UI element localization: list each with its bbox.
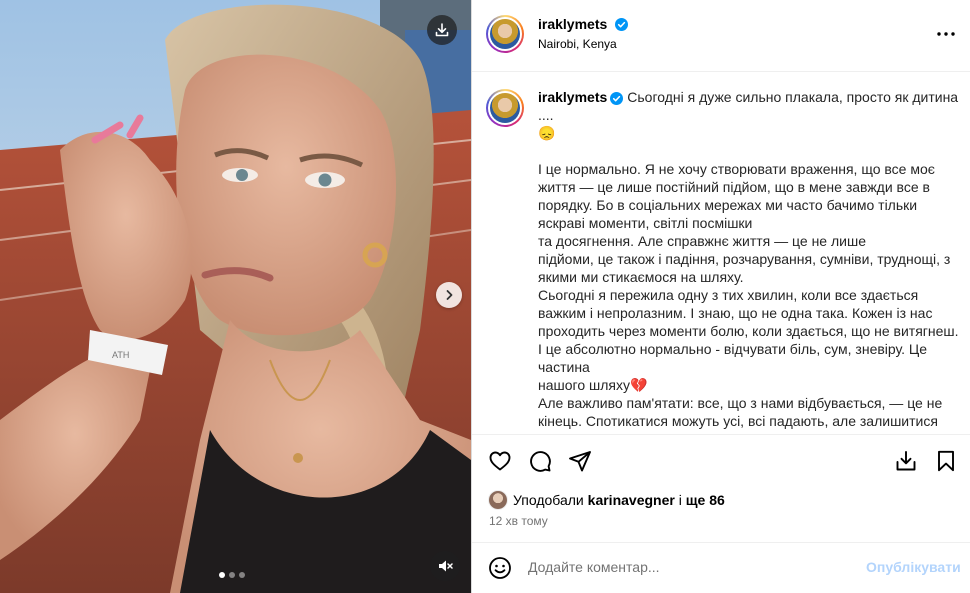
avatar-image [490, 93, 520, 123]
share-button[interactable] [566, 447, 594, 475]
caption-line: 😞 [538, 125, 556, 141]
caption-line: нашого шляху💔 [538, 377, 648, 393]
liker-username[interactable]: karinavegner [588, 492, 675, 508]
comment-input[interactable] [528, 559, 848, 575]
post-photo: ATH [0, 0, 471, 593]
caption-line: яскраві моменти, світлі посмішки [538, 215, 753, 231]
caption-line: частина [538, 359, 590, 375]
carousel-dot [219, 572, 225, 578]
caption-line: Сьогодні я пережила одну з тих хвилин, к… [538, 287, 919, 303]
caption-text: iraklymets Сьогодні я дуже сильно плакала… [538, 88, 968, 430]
download-to-tray-icon [896, 451, 916, 471]
likes-middle: і [674, 492, 686, 508]
caption-line: якими ми стикаємося на шляху. [538, 269, 744, 285]
caption-line: .... [538, 107, 554, 123]
caption-author-avatar[interactable] [486, 89, 524, 127]
caption-area: iraklymets Сьогодні я дуже сильно плакала… [472, 72, 970, 432]
comment-button[interactable] [526, 447, 554, 475]
save-to-device-button[interactable] [892, 447, 920, 475]
caption-line: кінець. Спотикатися можуть усі, всі пада… [538, 413, 938, 429]
carousel-indicator [219, 572, 245, 578]
chevron-right-icon [446, 290, 453, 300]
download-icon [435, 23, 449, 37]
post-location[interactable]: Nairobi, Kenya [538, 37, 617, 51]
caption-username[interactable]: iraklymets [538, 89, 607, 105]
verified-badge-icon [610, 91, 624, 105]
wristband-text: ATH [112, 350, 129, 360]
caption-line: та досягнення. Але справжнє життя — це н… [538, 233, 866, 249]
mute-button[interactable] [430, 551, 460, 581]
more-options-button[interactable] [934, 22, 958, 46]
author-username[interactable]: iraklymets [538, 16, 607, 32]
bookmark-icon [938, 450, 954, 472]
verified-badge-icon [614, 18, 628, 32]
carousel-dot [239, 572, 245, 578]
likes-prefix: Уподобали [513, 492, 588, 508]
publish-button[interactable]: Опублікувати [866, 559, 961, 575]
caption-line: Сьогодні я дуже сильно плакала, просто я… [627, 89, 959, 105]
muted-speaker-icon [439, 560, 453, 572]
likes-count[interactable]: ще 86 [686, 492, 725, 508]
likes-summary: Уподобали karinavegner і ще 86 [488, 490, 725, 510]
post-media[interactable]: ATH [0, 0, 471, 593]
caption-line: важким і непролазним. І знаю, що не одна… [538, 305, 933, 321]
more-options-icon [937, 32, 955, 36]
caption-line: підйоми, це також і падіння, розчаруванн… [538, 251, 951, 267]
post-panel: iraklymets Nairobi, Kenya iraklymets Сьог… [471, 0, 970, 593]
send-icon [569, 451, 591, 472]
emoji-icon [489, 557, 511, 579]
liker-avatar[interactable] [488, 490, 508, 510]
post-timestamp[interactable]: 12 хв тому [489, 514, 548, 528]
carousel-dot [229, 572, 235, 578]
avatar-image [490, 19, 520, 49]
bookmark-button[interactable] [932, 447, 960, 475]
heart-icon [489, 451, 511, 471]
emoji-button[interactable] [486, 554, 514, 582]
caption-line: Але важливо пам'ятати: все, що з нами ві… [538, 395, 943, 411]
caption-line: проходить через моменти болю, коли здаєт… [538, 323, 959, 339]
comment-bar: Опублікувати [472, 542, 970, 593]
action-bar [472, 434, 970, 472]
author-avatar[interactable] [486, 15, 524, 53]
post-header: iraklymets Nairobi, Kenya [472, 0, 970, 72]
carousel-next-button[interactable] [436, 282, 462, 308]
caption-line: життя — це лише постійний підйом, що в м… [538, 179, 930, 195]
comment-icon [530, 451, 551, 472]
caption-line: І це нормально. Я не хочу створювати вра… [538, 161, 935, 177]
like-button[interactable] [486, 447, 514, 475]
download-button[interactable] [427, 15, 457, 45]
caption-line: порядку. Бо в соціальних мережах ми част… [538, 197, 918, 213]
caption-line: І це абсолютно нормально - відчувати біл… [538, 341, 928, 357]
